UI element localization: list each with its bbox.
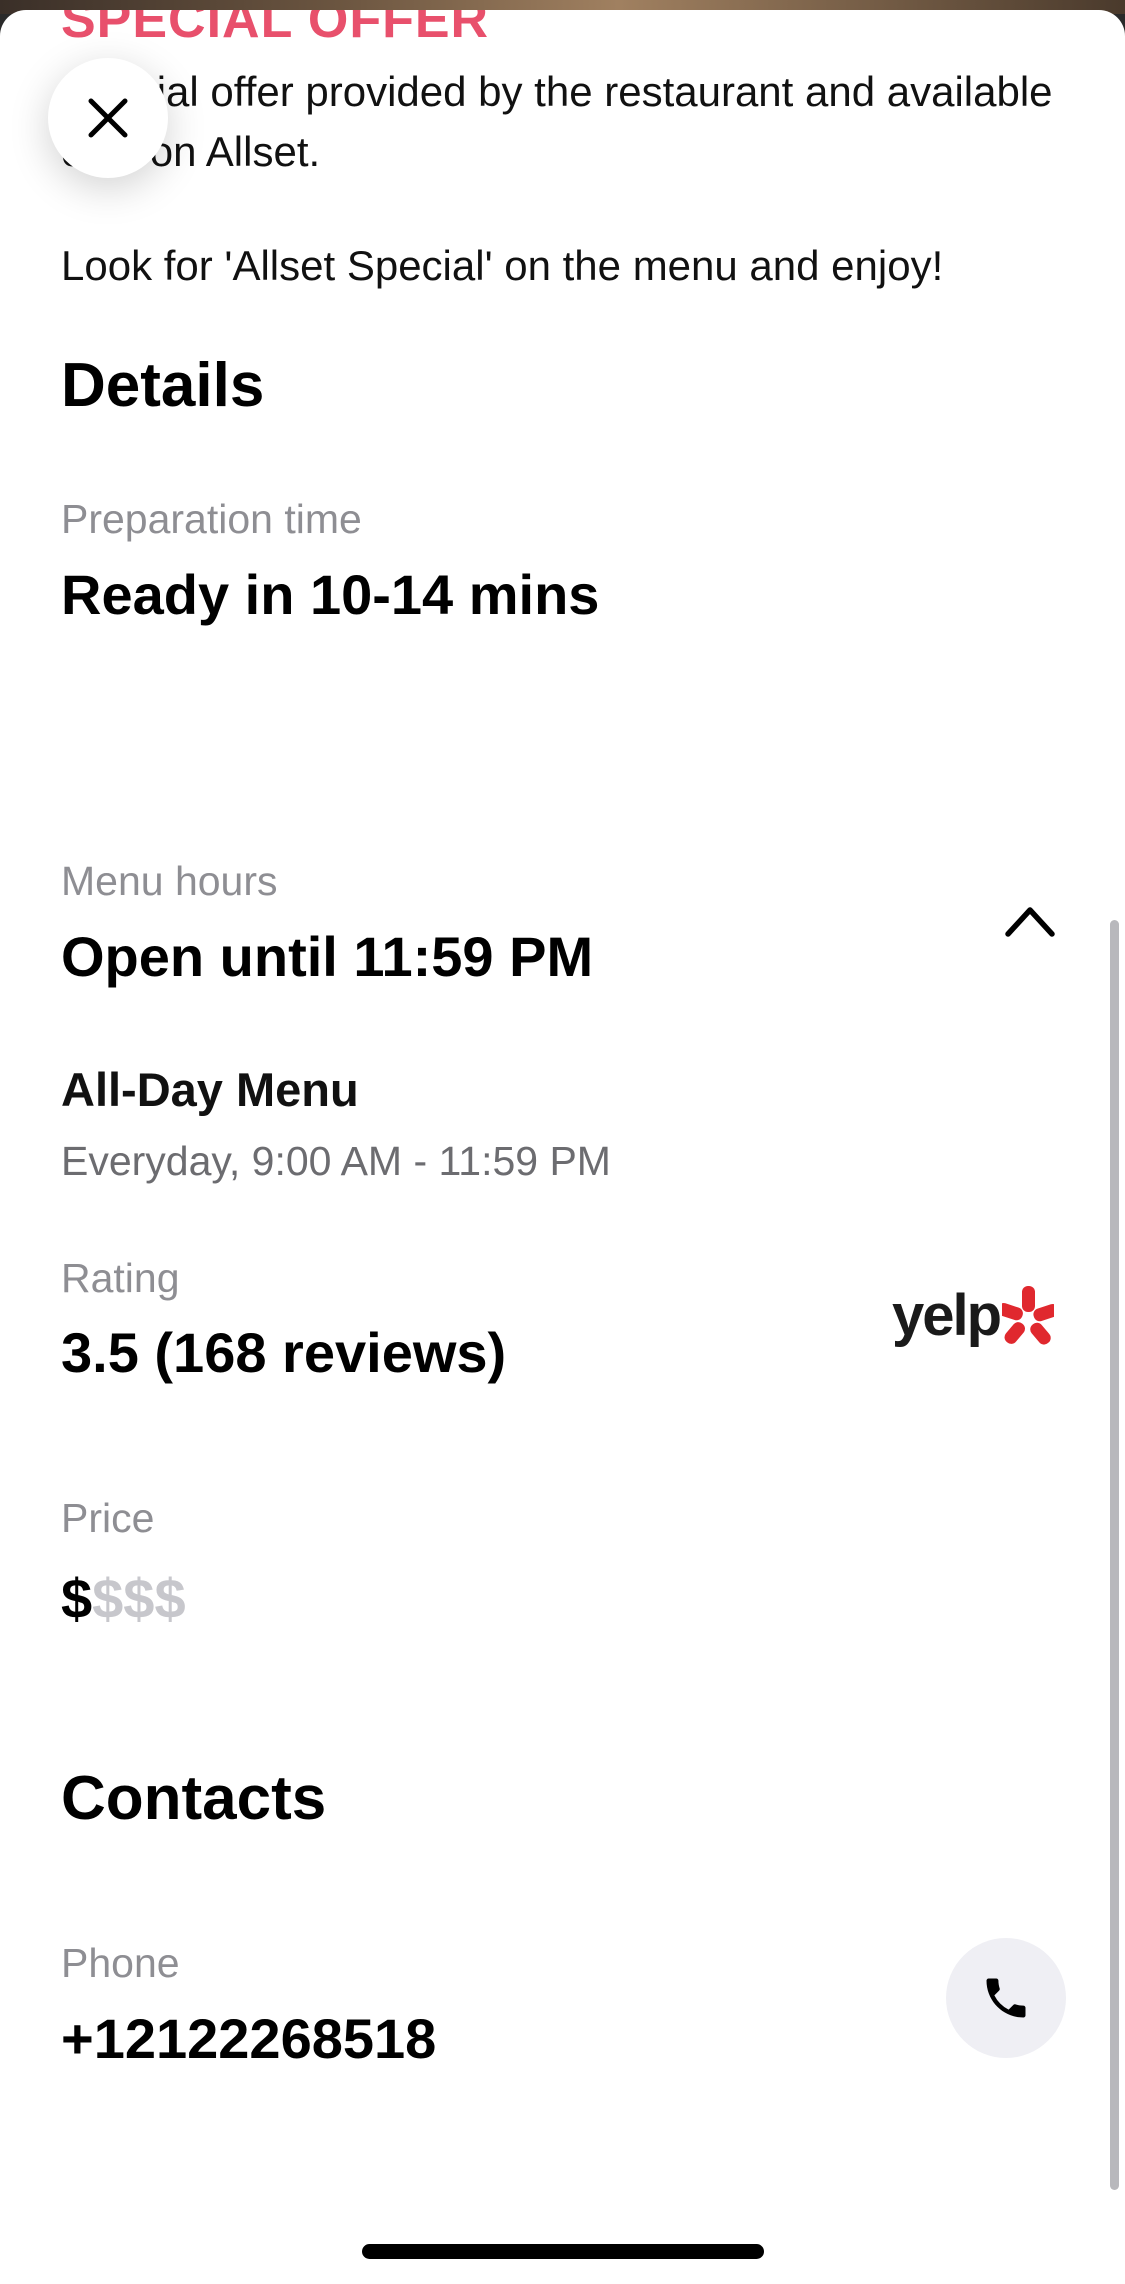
phone-icon [986,1978,1026,2018]
call-button[interactable] [946,1938,1066,2058]
menu-name: All-Day Menu [61,1063,359,1116]
rating-label: Rating [61,1255,180,1301]
scrollbar[interactable] [1110,920,1119,2190]
rating-value: 3.5 (168 reviews) [61,1321,507,1384]
info-sheet[interactable]: SPECIAL OFFER Special offer provided by … [0,10,1125,2284]
details-heading: Details [61,351,265,420]
yelp-wordmark: yelp [892,1283,1002,1348]
price-active: $ [61,1567,93,1630]
chevron-up-icon[interactable] [1000,898,1060,942]
phone-value[interactable]: +12122268518 [61,2006,436,2071]
home-indicator[interactable] [362,2244,764,2259]
menu-hours-label: Menu hours [61,858,278,904]
price-level: $$$$ [61,1566,186,1631]
close-button[interactable] [48,58,168,178]
price-inactive: $$$ [92,1567,186,1630]
special-offer-description: Special offer provided by the restaurant… [61,68,1053,175]
menu-hours-value[interactable]: Open until 11:59 PM [61,924,593,989]
special-offer-title: SPECIAL OFFER [61,10,490,49]
menu-schedule: Everyday, 9:00 AM - 11:59 PM [61,1138,611,1184]
special-offer-hint: Look for 'Allset Special' on the menu an… [61,242,944,289]
price-label: Price [61,1495,155,1541]
contacts-heading: Contacts [61,1764,327,1833]
close-icon [88,98,128,138]
preparation-time-value: Ready in 10-14 mins [61,563,600,626]
phone-label: Phone [61,1940,180,1986]
preparation-time-label: Preparation time [61,496,362,542]
yelp-burst-icon [1002,1285,1055,1345]
yelp-logo[interactable]: yelp [892,1282,1055,1349]
restaurant-info-screen: SPECIAL OFFER Special offer provided by … [0,0,1125,2284]
